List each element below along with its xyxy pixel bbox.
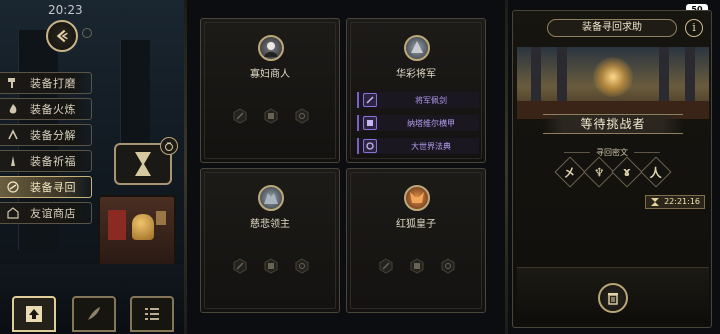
divider bbox=[505, 0, 508, 334]
pray-icon bbox=[6, 154, 20, 168]
timer-value: 22:21:16 bbox=[664, 197, 700, 206]
rune-glyph: 㐅 bbox=[554, 156, 586, 188]
merchant-card[interactable]: 慈悲领主 bbox=[200, 168, 340, 313]
rune-label: 寻回密文 bbox=[513, 147, 711, 158]
rune-glyph: ɤ bbox=[611, 156, 643, 188]
merchant-grid: 寡妇商人 华彩将军 将军佩剑 纳塔维尔横甲 大世界法典 慈悲领主 红狐皇子 bbox=[192, 10, 504, 328]
sword-slot-icon bbox=[231, 107, 249, 125]
list-button[interactable] bbox=[130, 296, 174, 332]
menu-item-bless[interactable]: 装备祈福 bbox=[0, 150, 92, 172]
requirement-label: 纳塔维尔横甲 bbox=[407, 118, 455, 128]
requirement-item: 将军佩剑 bbox=[357, 92, 479, 108]
requirement-item: 大世界法典 bbox=[357, 138, 479, 154]
merchant-card[interactable]: 红狐皇子 bbox=[346, 168, 486, 313]
upload-button[interactable] bbox=[12, 296, 56, 332]
trash-icon bbox=[608, 293, 618, 305]
red-fox-prince-portrait bbox=[404, 185, 430, 211]
menu-item-polish[interactable]: 装备打磨 bbox=[0, 72, 92, 94]
throne-room-scene bbox=[517, 47, 709, 119]
sword-icon bbox=[363, 93, 377, 107]
merchant-card[interactable]: 华彩将军 将军佩剑 纳塔维尔横甲 大世界法典 bbox=[346, 18, 486, 163]
menu-item-forge[interactable]: 装备火炼 bbox=[0, 98, 92, 120]
divider bbox=[184, 0, 187, 334]
menu-item-label: 装备分解 bbox=[30, 129, 76, 142]
menu-item-friend-shop[interactable]: 友谊商店 bbox=[0, 202, 92, 224]
bell-icon bbox=[132, 214, 154, 240]
split-icon bbox=[6, 128, 20, 142]
merchant-name: 慈悲领主 bbox=[250, 219, 290, 230]
armor-slot-icon bbox=[262, 257, 280, 275]
gear-icon bbox=[82, 28, 92, 38]
requirement-label: 大世界法典 bbox=[411, 141, 451, 151]
equipment-slots bbox=[231, 257, 311, 275]
red-banner bbox=[108, 210, 126, 240]
up-arrow-icon bbox=[26, 306, 42, 322]
list-icon bbox=[145, 308, 159, 320]
panel-title: 装备寻回求助 bbox=[547, 19, 677, 37]
menu-item-label: 友谊商店 bbox=[30, 207, 76, 220]
rune-glyph: ♆ bbox=[583, 156, 615, 188]
merchant-name: 红狐皇子 bbox=[396, 219, 436, 230]
armor-slot-icon bbox=[262, 107, 280, 125]
menu-item-label: 装备打磨 bbox=[30, 77, 76, 90]
merchant-name: 寡妇商人 bbox=[250, 69, 290, 80]
menu-item-label: 装备火炼 bbox=[30, 103, 76, 116]
shop-icon bbox=[6, 206, 20, 220]
menu-item-dismantle[interactable]: 装备分解 bbox=[0, 124, 92, 146]
equipment-slots bbox=[231, 107, 311, 125]
back-arrow-icon bbox=[56, 29, 68, 43]
menu-item-retrieve[interactable]: 装备寻回 bbox=[0, 176, 92, 198]
sword-slot-icon bbox=[377, 257, 395, 275]
hourglass-icon bbox=[135, 152, 151, 176]
back-button[interactable] bbox=[46, 20, 78, 52]
side-menu: 装备打磨 装备火炼 装备分解 装备祈福 装备寻回 友谊商店 bbox=[0, 72, 92, 228]
armor-slot-icon bbox=[408, 257, 426, 275]
general-portrait bbox=[404, 35, 430, 61]
hammer-icon bbox=[6, 76, 20, 90]
widow-merchant-portrait bbox=[258, 35, 284, 61]
countdown-timer: 22:21:16 bbox=[645, 195, 705, 209]
menu-item-label: 装备祈福 bbox=[30, 155, 76, 168]
rune-glyph: 人 bbox=[640, 156, 672, 188]
retrieve-icon bbox=[6, 180, 20, 194]
bottom-nav bbox=[10, 292, 180, 334]
equipment-slots bbox=[377, 257, 457, 275]
flame-icon bbox=[6, 102, 20, 116]
status-banner: 等待挑战者 bbox=[543, 114, 683, 134]
feather-button[interactable] bbox=[72, 296, 116, 332]
requirement-list: 将军佩剑 纳塔维尔横甲 大世界法典 bbox=[357, 92, 479, 161]
rune-row: 㐅 ♆ ɤ 人 bbox=[554, 156, 672, 188]
merchant-card[interactable]: 寡妇商人 bbox=[200, 18, 340, 163]
coin-bag-icon bbox=[160, 137, 178, 155]
armor-icon bbox=[363, 116, 377, 130]
hourglass-icon bbox=[651, 198, 660, 206]
tower-silhouette bbox=[120, 40, 150, 160]
ring-slot-icon bbox=[293, 107, 311, 125]
info-button[interactable]: i bbox=[685, 19, 703, 37]
menu-item-label: 装备寻回 bbox=[30, 181, 76, 194]
trash-button[interactable] bbox=[598, 283, 628, 313]
status-time: 20:23 bbox=[48, 3, 83, 17]
ring-icon bbox=[363, 139, 377, 153]
feather-icon bbox=[88, 307, 100, 320]
retrieve-help-panel: 装备寻回求助 i 等待挑战者 寻回密文 㐅 ♆ ɤ 人 22:21:16 bbox=[512, 10, 712, 328]
requirement-label: 将军佩剑 bbox=[415, 95, 447, 105]
quest-speech-bubble[interactable] bbox=[114, 137, 178, 185]
sword-slot-icon bbox=[231, 257, 249, 275]
merchant-name: 华彩将军 bbox=[396, 69, 436, 80]
ring-slot-icon bbox=[439, 257, 457, 275]
requirement-item: 纳塔维尔横甲 bbox=[357, 115, 479, 131]
ring-slot-icon bbox=[293, 257, 311, 275]
merciful-lord-portrait bbox=[258, 185, 284, 211]
